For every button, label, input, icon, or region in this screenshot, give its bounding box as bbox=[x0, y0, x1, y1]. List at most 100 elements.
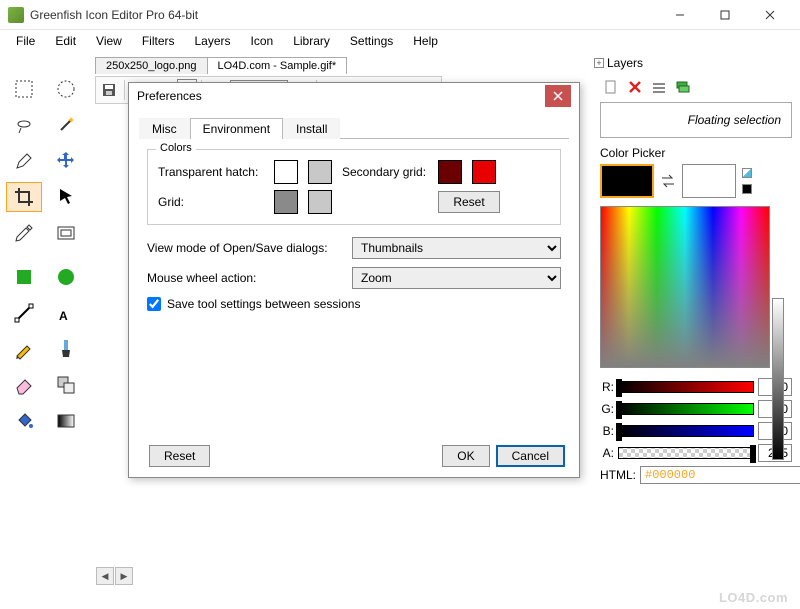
clone-tool[interactable] bbox=[48, 370, 84, 400]
lasso-tool[interactable] bbox=[6, 110, 42, 140]
preferences-dialog: Preferences Misc Environment Install Col… bbox=[128, 82, 580, 478]
toolbox: A bbox=[6, 74, 90, 442]
menu-layers[interactable]: Layers bbox=[185, 32, 241, 50]
colors-fieldset: Colors Transparent hatch: Secondary grid… bbox=[147, 149, 561, 225]
a-slider[interactable] bbox=[618, 447, 754, 459]
dialog-titlebar[interactable]: Preferences bbox=[129, 83, 579, 109]
delete-layer-icon[interactable] bbox=[624, 76, 646, 98]
grid-label: Grid: bbox=[158, 195, 268, 209]
background-swatch[interactable] bbox=[682, 164, 736, 198]
transparent-hatch-swatch-2[interactable] bbox=[308, 160, 332, 184]
layer-props-icon[interactable] bbox=[648, 76, 670, 98]
tab-install[interactable]: Install bbox=[283, 118, 340, 139]
layers-label: Layers bbox=[607, 56, 643, 70]
pencil-tool[interactable] bbox=[6, 146, 42, 176]
gradient-tool[interactable] bbox=[48, 406, 84, 436]
rect-shape-tool[interactable] bbox=[6, 262, 42, 292]
menu-library[interactable]: Library bbox=[283, 32, 340, 50]
viewmode-select[interactable]: Thumbnails bbox=[352, 237, 561, 259]
brush-tool[interactable] bbox=[48, 334, 84, 364]
svg-text:A: A bbox=[59, 309, 68, 323]
frame-tool[interactable] bbox=[48, 218, 84, 248]
b-slider[interactable] bbox=[618, 425, 754, 437]
cancel-button[interactable]: Cancel bbox=[496, 445, 565, 467]
tab-environment[interactable]: Environment bbox=[190, 118, 283, 139]
color-field[interactable] bbox=[600, 206, 770, 368]
grid-swatch-2[interactable] bbox=[308, 190, 332, 214]
mousewheel-label: Mouse wheel action: bbox=[147, 271, 352, 285]
window-title: Greenfish Icon Editor Pro 64-bit bbox=[30, 8, 657, 22]
line-tool[interactable] bbox=[6, 298, 42, 328]
crop-tool[interactable] bbox=[6, 182, 42, 212]
colors-legend: Colors bbox=[156, 142, 196, 154]
foreground-swatch[interactable] bbox=[600, 164, 654, 198]
layers-panel-header[interactable]: + Layers bbox=[594, 56, 643, 70]
wand-tool[interactable] bbox=[48, 110, 84, 140]
mousewheel-select[interactable]: Zoom bbox=[352, 267, 561, 289]
g-slider[interactable] bbox=[618, 403, 754, 415]
document-tabs: 250x250_logo.png LO4D.com - Sample.gif* bbox=[95, 52, 800, 74]
pencil-draw-tool[interactable] bbox=[6, 334, 42, 364]
dialog-footer: Reset OK Cancel bbox=[143, 445, 565, 467]
menu-help[interactable]: Help bbox=[403, 32, 448, 50]
menu-filters[interactable]: Filters bbox=[132, 32, 185, 50]
html-label: HTML: bbox=[600, 468, 636, 482]
right-panel: Floating selection Color Picker R: G: B:… bbox=[600, 76, 792, 484]
swap-colors-icon[interactable] bbox=[660, 174, 676, 188]
menu-edit[interactable]: Edit bbox=[45, 32, 86, 50]
document-tab[interactable]: LO4D.com - Sample.gif* bbox=[207, 57, 348, 74]
title-bar: Greenfish Icon Editor Pro 64-bit bbox=[0, 0, 800, 30]
ellipse-select-tool[interactable] bbox=[48, 74, 84, 104]
menu-view[interactable]: View bbox=[86, 32, 132, 50]
bucket-tool[interactable] bbox=[6, 406, 42, 436]
dialog-close-button[interactable] bbox=[545, 85, 571, 107]
ellipse-shape-tool[interactable] bbox=[48, 262, 84, 292]
ok-button[interactable]: OK bbox=[442, 445, 489, 467]
secondary-grid-swatch-1[interactable] bbox=[438, 160, 462, 184]
close-button[interactable] bbox=[747, 1, 792, 29]
grid-swatch-1[interactable] bbox=[274, 190, 298, 214]
floating-selection-item[interactable]: Floating selection bbox=[600, 102, 792, 138]
scroll-left-icon[interactable]: ◀ bbox=[96, 567, 114, 585]
plus-icon: + bbox=[594, 58, 604, 68]
inverse-indicator-icon[interactable] bbox=[742, 184, 752, 194]
dialog-title: Preferences bbox=[137, 89, 545, 103]
menu-bar: File Edit View Filters Layers Icon Libra… bbox=[0, 30, 800, 52]
secondary-grid-label: Secondary grid: bbox=[342, 165, 432, 179]
menu-file[interactable]: File bbox=[6, 32, 45, 50]
new-layer-icon[interactable] bbox=[600, 76, 622, 98]
b-label: B: bbox=[600, 424, 614, 438]
watermark: LO4D.com bbox=[719, 590, 788, 605]
save-tool-settings-label: Save tool settings between sessions bbox=[167, 297, 360, 311]
text-tool[interactable]: A bbox=[48, 298, 84, 328]
html-value[interactable] bbox=[640, 466, 800, 484]
merge-layers-icon[interactable] bbox=[672, 76, 694, 98]
transparent-indicator-icon[interactable] bbox=[742, 168, 752, 178]
r-slider[interactable] bbox=[618, 381, 754, 393]
document-tab[interactable]: 250x250_logo.png bbox=[95, 57, 208, 74]
transparent-hatch-swatch-1[interactable] bbox=[274, 160, 298, 184]
rect-select-tool[interactable] bbox=[6, 74, 42, 104]
scroll-buttons: ◀ ▶ bbox=[96, 567, 133, 585]
save-tool-settings-checkbox[interactable] bbox=[147, 297, 161, 311]
minimize-button[interactable] bbox=[657, 1, 702, 29]
eraser-tool[interactable] bbox=[6, 370, 42, 400]
menu-icon[interactable]: Icon bbox=[241, 32, 284, 50]
maximize-button[interactable] bbox=[702, 1, 747, 29]
g-label: G: bbox=[600, 402, 614, 416]
layers-toolbar bbox=[600, 76, 792, 100]
eyedropper-tool[interactable] bbox=[6, 218, 42, 248]
value-strip[interactable] bbox=[772, 298, 784, 460]
menu-settings[interactable]: Settings bbox=[340, 32, 403, 50]
tab-misc[interactable]: Misc bbox=[139, 118, 190, 139]
secondary-grid-swatch-2[interactable] bbox=[472, 160, 496, 184]
app-icon bbox=[8, 7, 24, 23]
dialog-reset-button[interactable]: Reset bbox=[149, 445, 210, 467]
pointer-tool[interactable] bbox=[48, 182, 84, 212]
dialog-tabs: Misc Environment Install bbox=[139, 117, 569, 139]
color-picker-label: Color Picker bbox=[600, 146, 792, 160]
scroll-right-icon[interactable]: ▶ bbox=[115, 567, 133, 585]
save-icon[interactable] bbox=[98, 79, 120, 101]
reset-colors-button[interactable]: Reset bbox=[438, 191, 500, 213]
move-tool[interactable] bbox=[48, 146, 84, 176]
